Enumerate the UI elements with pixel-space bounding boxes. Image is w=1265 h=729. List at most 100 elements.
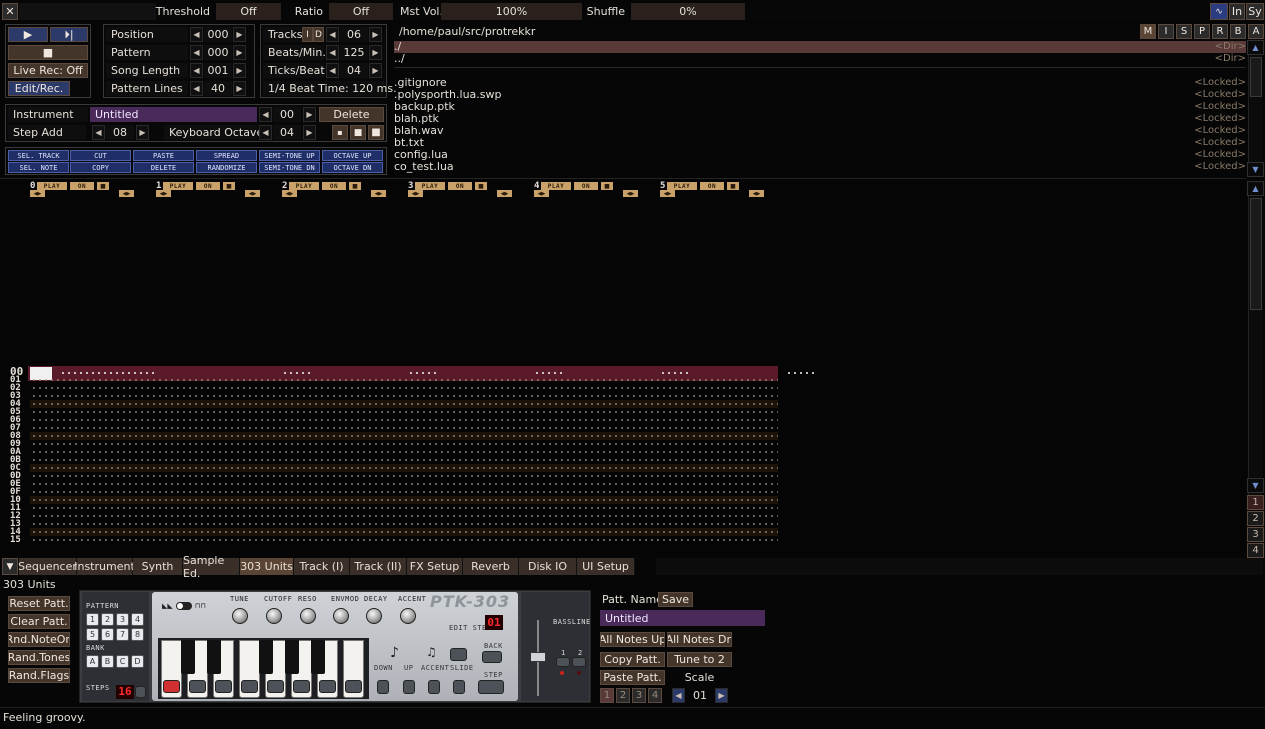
patt-slot-2-button[interactable]: 2 (616, 688, 630, 703)
instrument-dec-button[interactable]: ◀ (259, 107, 272, 122)
instrument-name-field[interactable]: Untitled (90, 107, 257, 122)
ratio-value[interactable]: Off (329, 3, 393, 20)
paste-patt-button[interactable]: Paste Patt. (600, 670, 665, 685)
instrument-inc-button[interactable]: ▶ (303, 107, 316, 122)
tpb-dec-button[interactable]: ◀ (326, 63, 339, 78)
bpm-dec-button[interactable]: ◀ (326, 45, 339, 60)
tpb-inc-button[interactable]: ▶ (369, 63, 382, 78)
fx-button-sel-note[interactable]: SEL. NOTE (8, 162, 69, 173)
track-mute-button[interactable]: ■ (349, 182, 361, 190)
file-scroll-down-button[interactable]: ▼ (1247, 162, 1264, 177)
patt-name-field[interactable]: Untitled (600, 610, 765, 626)
track-on-button[interactable]: ON (700, 182, 724, 190)
file-mode-button-s[interactable]: S (1176, 24, 1192, 39)
track-mute-button[interactable]: ■ (727, 182, 739, 190)
track-on-button[interactable]: ON (574, 182, 598, 190)
stop-button[interactable]: ■ (8, 45, 88, 60)
pattern-4-button[interactable]: 4 (131, 613, 144, 626)
in-button[interactable]: In (1229, 3, 1245, 20)
pattern-scroll-down-button[interactable]: ▼ (1247, 478, 1264, 493)
tracks-dec-button[interactable]: ◀ (326, 27, 339, 42)
file-row[interactable]: blah.wav <Locked> (394, 125, 1246, 137)
track-play-button[interactable]: PLAY (541, 182, 571, 190)
track-on-button[interactable]: ON (448, 182, 472, 190)
threshold-value[interactable]: Off (216, 3, 281, 20)
bank-d-button[interactable]: D (131, 655, 144, 668)
track-play-button[interactable]: PLAY (37, 182, 67, 190)
clear-patt-button[interactable]: Clear Patt. (8, 614, 70, 629)
black-key[interactable] (207, 640, 221, 674)
wave-toggle[interactable] (175, 602, 192, 610)
pattern-row[interactable] (30, 512, 778, 520)
play-button[interactable]: ▶ (8, 27, 48, 42)
key-step-button[interactable] (189, 680, 206, 693)
bank-b-button[interactable]: B (101, 655, 114, 668)
song-length-dec-button[interactable]: ◀ (190, 63, 203, 78)
track-play-button[interactable]: PLAY (667, 182, 697, 190)
dir-row[interactable]: ../ <Dir> (394, 53, 1246, 65)
edit-mode-small-button[interactable]: ▪ (332, 125, 348, 140)
pattern-row[interactable] (30, 384, 778, 392)
key-step-button[interactable] (241, 680, 258, 693)
tab-fx-setup[interactable]: FX Setup (407, 558, 463, 575)
kb-octave-dec-button[interactable]: ◀ (259, 125, 272, 140)
pattern-dec-button[interactable]: ◀ (190, 45, 203, 60)
pattern-8-button[interactable]: 8 (131, 628, 144, 641)
tune-knob[interactable] (232, 608, 248, 624)
file-row[interactable]: backup.ptk <Locked> (394, 101, 1246, 113)
copy-patt-button[interactable]: Copy Patt. (600, 652, 665, 667)
tab-sequencer[interactable]: Sequencer (18, 558, 77, 575)
file-mode-button-r[interactable]: R (1212, 24, 1228, 39)
key-step-button[interactable] (163, 680, 180, 693)
patt-slot-3-button[interactable]: 3 (632, 688, 646, 703)
track-arrows-right[interactable]: ◀▶ (371, 190, 386, 197)
fx-button-sel-track[interactable]: SEL. TRACK (8, 150, 69, 161)
shuffle-slider[interactable]: 0% (631, 3, 745, 20)
file-mode-button-i[interactable]: I (1158, 24, 1174, 39)
envmod-knob[interactable] (333, 608, 349, 624)
reset-patt-button[interactable]: Reset Patt. (8, 596, 70, 611)
pattern-row[interactable] (30, 464, 778, 472)
track-page-3-button[interactable]: 3 (1247, 527, 1264, 542)
pattern-row[interactable] (30, 424, 778, 432)
fx-button-randomize[interactable]: RANDOMIZE (196, 162, 257, 173)
reso-knob[interactable] (300, 608, 316, 624)
pattern-lines-dec-button[interactable]: ◀ (190, 81, 203, 96)
track-page-1-button[interactable]: 1 (1247, 495, 1264, 510)
file-mode-button-m[interactable]: M (1140, 24, 1156, 39)
tab-disk-io[interactable]: Disk IO (519, 558, 577, 575)
key-step-button[interactable] (345, 680, 362, 693)
track-arrows-left[interactable]: ◀▶ (408, 190, 423, 197)
step-add-inc-button[interactable]: ▶ (136, 125, 149, 140)
track-page-2-button[interactable]: 2 (1247, 511, 1264, 526)
track-on-button[interactable]: ON (196, 182, 220, 190)
track-page-4-button[interactable]: 4 (1247, 543, 1264, 558)
pattern-6-button[interactable]: 6 (101, 628, 114, 641)
track-play-button[interactable]: PLAY (163, 182, 193, 190)
kb-octave-inc-button[interactable]: ▶ (303, 125, 316, 140)
pattern-row[interactable] (30, 488, 778, 496)
pattern-scroll-thumb[interactable] (1250, 198, 1262, 310)
bank-c-button[interactable]: C (116, 655, 129, 668)
track-play-button[interactable]: PLAY (415, 182, 445, 190)
step-button[interactable] (478, 680, 504, 694)
black-key[interactable] (259, 640, 273, 674)
accent-knob[interactable] (400, 608, 416, 624)
pattern-row[interactable] (30, 496, 778, 504)
pattern-row[interactable] (30, 432, 778, 440)
pattern-scroll-up-button[interactable]: ▲ (1247, 181, 1264, 196)
track-mute-button[interactable]: ■ (97, 182, 109, 190)
pattern-1-button[interactable]: 1 (86, 613, 99, 626)
key-step-button[interactable] (267, 680, 284, 693)
edit-mode-medium-button[interactable]: ■ (350, 125, 366, 140)
close-button[interactable]: ✕ (2, 3, 18, 20)
step-add-dec-button[interactable]: ◀ (92, 125, 105, 140)
black-key[interactable] (311, 640, 325, 674)
track-arrows-left[interactable]: ◀▶ (30, 190, 45, 197)
tracks-i-button[interactable]: I (302, 27, 313, 42)
tab-track-ii-[interactable]: Track (II) (350, 558, 407, 575)
scale-inc-button[interactable]: ▶ (715, 688, 728, 703)
key-step-button[interactable] (293, 680, 310, 693)
track-arrows-left[interactable]: ◀▶ (282, 190, 297, 197)
file-mode-button-p[interactable]: P (1194, 24, 1210, 39)
